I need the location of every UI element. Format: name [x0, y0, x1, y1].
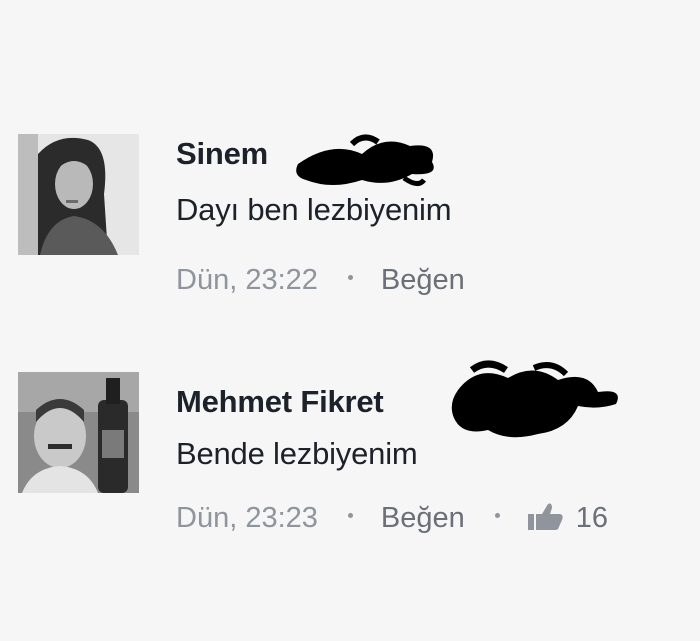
redaction-scribble: [296, 134, 434, 186]
avatar[interactable]: [18, 372, 139, 493]
comment-author[interactable]: Mehmet Fikret: [176, 384, 384, 420]
comment-timestamp[interactable]: Dün, 23:22: [176, 264, 318, 297]
separator-dot: [347, 512, 353, 518]
comment-author[interactable]: Sinem: [176, 136, 268, 172]
separator-dot: [494, 512, 500, 518]
comment-text: Dayı ben lezbiyenim: [176, 192, 452, 227]
like-button[interactable]: Beğen: [381, 264, 465, 297]
comment-meta: Dün, 23:22 Beğen: [176, 264, 465, 297]
redaction-scribble: [451, 360, 618, 438]
comment-meta: Dün, 23:23 Beğen 16: [176, 500, 608, 536]
comment-timestamp[interactable]: Dün, 23:23: [176, 502, 318, 535]
comment-text: Bende lezbiyenim: [176, 436, 418, 471]
like-count[interactable]: 16: [576, 502, 608, 535]
thumbs-up-icon: [527, 502, 564, 538]
like-button[interactable]: Beğen: [381, 502, 465, 535]
separator-dot: [347, 275, 353, 280]
avatar[interactable]: [18, 134, 139, 255]
